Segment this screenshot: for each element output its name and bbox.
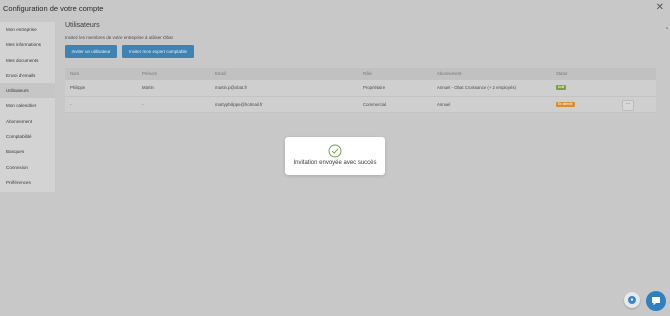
header-prenom: Prénom (142, 71, 158, 76)
check-mark (331, 148, 339, 154)
sidebar-item-connexion[interactable]: Connexion (0, 160, 55, 175)
table-header: Nom Prénom Email Rôle Abonnement Statut (65, 68, 656, 80)
sidebar-item-abonnement[interactable]: Abonnement (0, 114, 55, 129)
window-title: Configuration de votre compte (3, 4, 104, 13)
sidebar-item-envoi-emails[interactable]: Envoi d'emails (0, 68, 55, 83)
table-row[interactable]: - - martyphilippe@hotmail.fr Commercial … (65, 96, 656, 113)
chat-icon (652, 297, 660, 306)
check-circle-icon (328, 144, 342, 158)
status-cell: En attente (556, 97, 575, 113)
users-table: Nom Prénom Email Rôle Abonnement Statut … (65, 68, 656, 113)
header-email: Email (215, 71, 226, 76)
sidebar-item-utilisateurs[interactable]: Utilisateurs (0, 83, 55, 99)
status-cell: Actif (556, 80, 567, 96)
cell-abonnement: Annuel - Obat Croissance (+ 2 employés) (437, 85, 516, 90)
sidebar-item-mes-informations[interactable]: Mes informations (0, 37, 55, 52)
header-nom: Nom (70, 71, 80, 76)
more-options-button[interactable]: ··· (622, 99, 634, 111)
cell-nom: Philippe (70, 85, 86, 90)
header-abonnement: Abonnement (437, 71, 462, 76)
page-subtitle: Invitez les membres de votre entreprise … (65, 35, 173, 40)
help-button[interactable]: ● (624, 292, 640, 308)
sidebar-item-mes-documents[interactable]: Mes documents (0, 53, 55, 68)
status-badge: En attente (556, 101, 575, 107)
close-icon[interactable]: ✕ (656, 3, 664, 13)
cell-abonnement: Annuel (437, 101, 451, 107)
more-horizontal-icon: ··· (625, 100, 631, 107)
chat-button[interactable] (646, 291, 666, 311)
status-badge: Actif (556, 85, 567, 91)
cell-prenom: Martin (142, 85, 154, 90)
cell-nom: - (70, 101, 72, 107)
sidebar-item-comptabilite[interactable]: Comptabilité (0, 129, 55, 144)
sidebar: Mon entreprise Mes informations Mes docu… (0, 22, 55, 192)
cell-email: martyphilippe@hotmail.fr (215, 101, 263, 107)
cell-email: martin.p@obat.fr (215, 85, 248, 90)
scroll-indicator: ▲ (665, 25, 669, 30)
cell-prenom: - (142, 101, 144, 107)
cell-role: Commercial (363, 101, 386, 107)
help-icon: ● (628, 296, 636, 304)
success-toast: Invitation envoyée avec succès (285, 137, 385, 175)
invite-accountant-button[interactable]: Inviter mon expert comptable (122, 45, 194, 58)
toast-message: Invitation envoyée avec succès (293, 160, 377, 166)
page-title: Utilisateurs (65, 22, 100, 29)
invite-user-button[interactable]: Inviter un utilisateur (65, 45, 117, 58)
sidebar-item-mon-entreprise[interactable]: Mon entreprise (0, 22, 55, 37)
check-circle-ring (328, 144, 342, 158)
header-role: Rôle (363, 71, 372, 76)
header-statut: Statut (556, 71, 568, 76)
cell-role: Propriétaire (363, 85, 386, 90)
sidebar-item-preferences[interactable]: Préférences (0, 175, 55, 190)
table-row[interactable]: Philippe Martin martin.p@obat.fr Proprié… (65, 80, 656, 97)
sidebar-item-banques[interactable]: Banques (0, 144, 55, 159)
sidebar-item-mon-calendrier[interactable]: Mon calendrier (0, 98, 55, 113)
